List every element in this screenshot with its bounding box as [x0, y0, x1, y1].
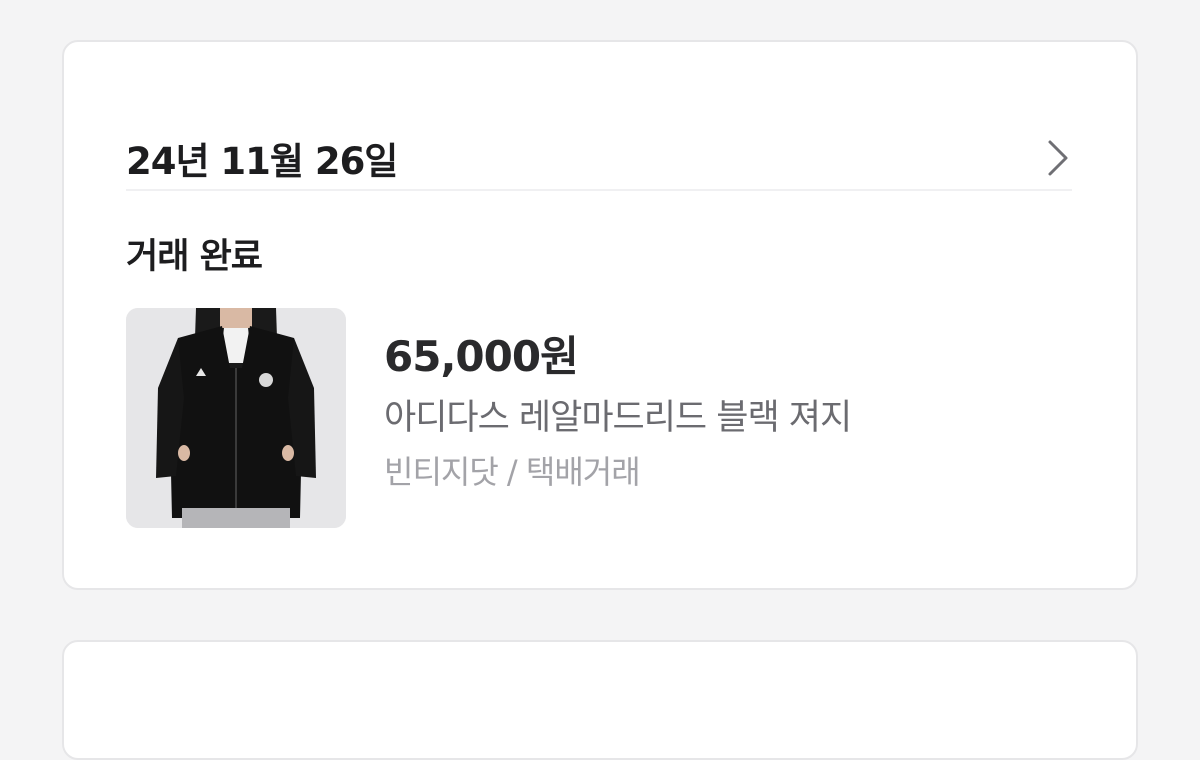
product-info: 65,000원 아디다스 레알마드리드 블랙 져지 빈티지닷 / 택배거래	[384, 308, 852, 528]
next-transaction-card	[62, 640, 1138, 760]
product-price: 65,000원	[384, 332, 579, 381]
product-meta: 빈티지닷 / 택배거래	[384, 453, 641, 491]
product-item[interactable]: 65,000원 아디다스 레알마드리드 블랙 져지 빈티지닷 / 택배거래	[126, 308, 1072, 528]
product-thumbnail[interactable]	[126, 308, 346, 528]
transaction-date: 24년 11월 26일	[126, 140, 398, 183]
divider	[126, 189, 1072, 191]
product-photo	[126, 308, 346, 528]
transaction-card: 24년 11월 26일 거래 완료 65,000원 아디다스 레알마드리드 블랙…	[62, 40, 1138, 590]
chevron-right-icon[interactable]	[1042, 138, 1072, 178]
transaction-status: 거래 완료	[126, 237, 263, 277]
product-title: 아디다스 레알마드리드 블랙 져지	[384, 398, 852, 438]
